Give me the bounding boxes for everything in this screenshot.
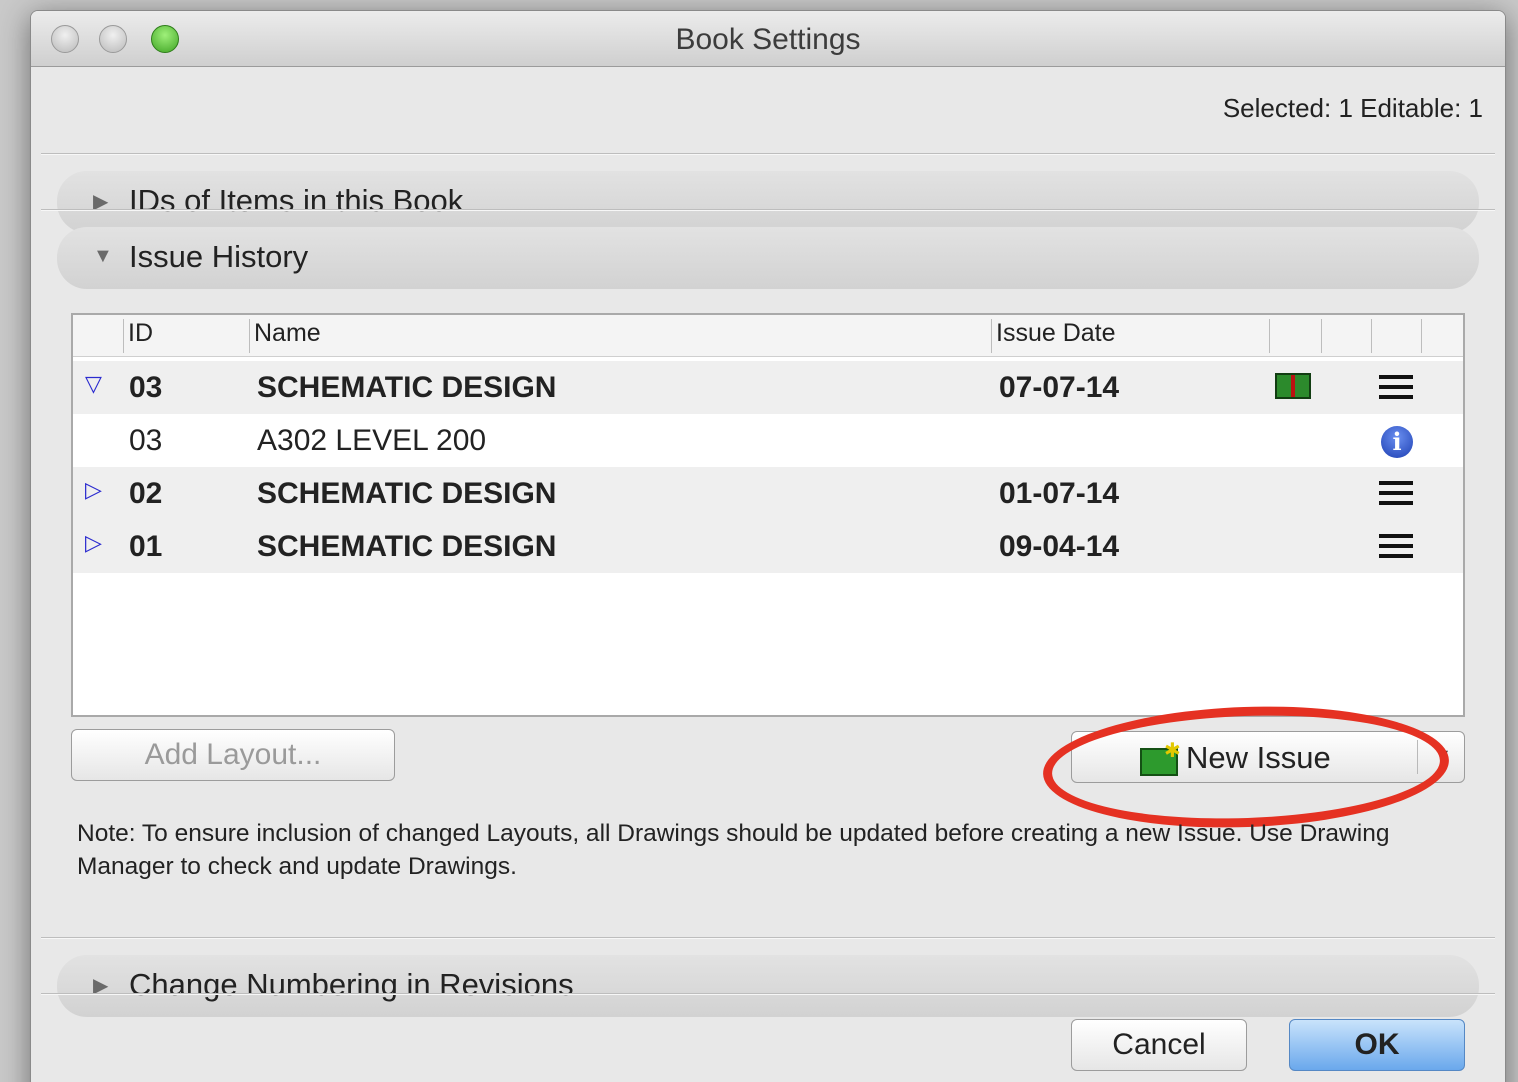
section-label: Change Numbering in Revisions [129, 967, 574, 1002]
column-header-blank[interactable] [1269, 319, 1319, 353]
list-icon[interactable] [1379, 479, 1413, 507]
divider [41, 993, 1495, 995]
table-row[interactable]: ▷ 01 SCHEMATIC DESIGN 09-04-14 [73, 520, 1463, 573]
divider [41, 153, 1495, 155]
disclosure-right-icon[interactable]: ▷ [85, 530, 102, 556]
window-title: Book Settings [675, 23, 861, 56]
row-id: 03 [129, 371, 163, 404]
disclosure-down-icon[interactable]: ▽ [85, 371, 102, 397]
row-issue-date: 07-07-14 [999, 371, 1120, 404]
ok-button[interactable]: OK [1289, 1019, 1465, 1071]
column-header-issue-date[interactable]: Issue Date [991, 319, 1116, 353]
row-issue-date: 01-07-14 [999, 477, 1120, 510]
column-header-blank[interactable] [1371, 319, 1421, 353]
row-id: 03 [129, 424, 163, 457]
column-header-name[interactable]: Name [249, 319, 321, 353]
cancel-button[interactable]: Cancel [1071, 1019, 1247, 1071]
info-icon[interactable]: i [1381, 426, 1413, 458]
column-header-id[interactable]: ID [123, 319, 153, 353]
column-header-blank[interactable] [1421, 319, 1465, 353]
row-name: SCHEMATIC DESIGN [257, 371, 557, 404]
table-row[interactable]: ▷ 02 SCHEMATIC DESIGN 01-07-14 [73, 467, 1463, 520]
table-row[interactable]: ▽ 03 SCHEMATIC DESIGN 07-07-14 [73, 361, 1463, 414]
divider [41, 937, 1495, 939]
red-annotation-ellipse [1041, 699, 1451, 835]
title-bar: Book Settings [31, 11, 1505, 67]
section-ids-of-items[interactable]: ▶ IDs of Items in this Book [57, 171, 1479, 233]
row-name: SCHEMATIC DESIGN [257, 477, 557, 510]
book-icon[interactable] [1275, 373, 1311, 399]
disclosure-down-icon: ▼ [93, 245, 113, 267]
row-name: A302 LEVEL 200 [257, 424, 487, 457]
section-label: IDs of Items in this Book [129, 183, 464, 218]
section-issue-history[interactable]: ▼ Issue History [57, 227, 1479, 289]
table-row[interactable]: 03 A302 LEVEL 200 i [73, 414, 1463, 467]
selection-status: Selected: 1 Editable: 1 [1222, 93, 1483, 123]
row-id: 01 [129, 530, 163, 563]
row-issue-date: 09-04-14 [999, 530, 1120, 563]
issue-history-table[interactable]: ID Name Issue Date ▽ 03 SCHEMATIC DESIGN… [71, 313, 1465, 717]
column-header-blank[interactable] [1321, 319, 1371, 353]
add-layout-button[interactable]: Add Layout... [71, 729, 395, 781]
book-settings-window: Book Settings Selected: 1 Editable: 1 ▶ … [30, 10, 1506, 1082]
list-icon[interactable] [1379, 532, 1413, 560]
section-label: Issue History [129, 239, 309, 274]
divider [41, 209, 1495, 211]
note-text: Note: To ensure inclusion of changed Lay… [77, 820, 1390, 880]
table-header: ID Name Issue Date [73, 315, 1463, 357]
row-id: 02 [129, 477, 163, 510]
row-name: SCHEMATIC DESIGN [257, 530, 557, 563]
list-icon[interactable] [1379, 373, 1413, 401]
disclosure-right-icon[interactable]: ▷ [85, 477, 102, 503]
section-change-numbering[interactable]: ▶ Change Numbering in Revisions [57, 955, 1479, 1017]
